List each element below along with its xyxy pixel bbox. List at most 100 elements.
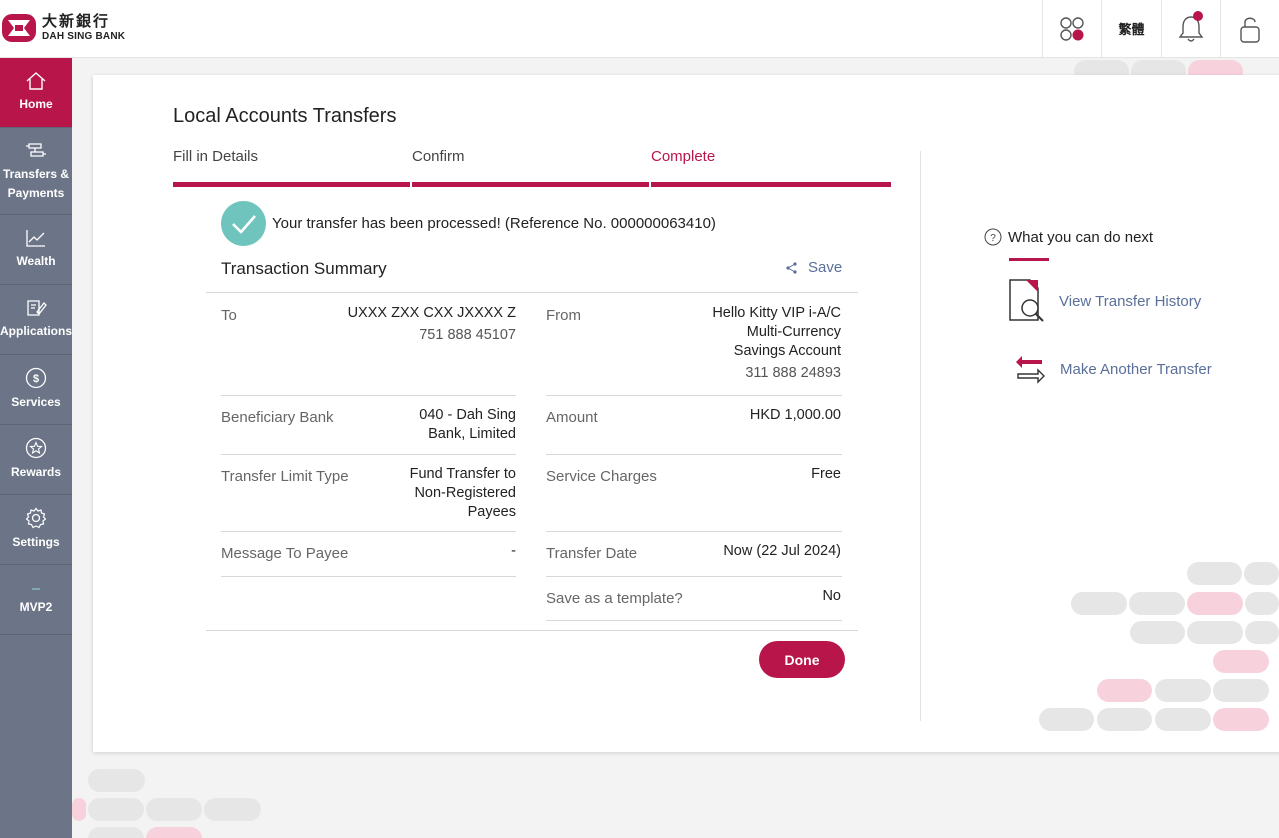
from-label: From (546, 307, 581, 324)
decorative-pill (146, 827, 202, 838)
row-divider (546, 576, 842, 577)
dash-icon (32, 588, 40, 590)
chart-icon (26, 230, 45, 247)
decorative-pill (72, 798, 86, 821)
check-icon (221, 201, 266, 246)
apps-icon (1060, 16, 1084, 41)
sidebar-item-label: MVP2 (19, 600, 53, 615)
step-progress-bar (412, 182, 649, 187)
decorative-pill (1155, 708, 1211, 731)
decorative-pill (1213, 679, 1269, 702)
decorative-pill (1213, 650, 1269, 673)
sidebar-item-label: Home (19, 97, 53, 112)
row-divider (546, 395, 842, 396)
beneficiary-bank-label: Beneficiary Bank (221, 409, 334, 426)
sidebar-item-home[interactable]: Home (0, 58, 72, 128)
message-to-payee-label: Message To Payee (221, 545, 349, 562)
make-another-transfer-link[interactable]: Make Another Transfer (1014, 354, 1212, 384)
sidebar-item-label: Settings (12, 535, 60, 550)
step-progress-bar (173, 182, 410, 187)
from-value: Hello Kitty VIP i-A/C Multi-Currency Sav… (712, 305, 841, 381)
view-transfer-history-link[interactable]: View Transfer History (1008, 278, 1201, 324)
decorative-pill (1039, 708, 1094, 731)
decorative-pill (1245, 621, 1279, 644)
home-icon (26, 72, 46, 90)
share-icon (786, 261, 797, 274)
service-charges-label: Service Charges (546, 468, 657, 485)
amount-value: HKD 1,000.00 (749, 407, 841, 423)
decorative-pill (1245, 592, 1279, 615)
sidebar-item-applications[interactable]: Applications (0, 285, 72, 355)
star-icon (25, 438, 47, 459)
logout-button[interactable] (1220, 0, 1279, 57)
transfer-limit-type-value: Fund Transfer to Non-Registered Payees (409, 466, 516, 520)
sidebar-item-settings[interactable]: Settings (0, 495, 72, 565)
sidebar-item-label: Services (11, 395, 61, 410)
bank-logo[interactable]: 大新銀行 DAH SING BANK (2, 11, 125, 45)
decorative-pill (1155, 679, 1211, 702)
payee-name: UXXX ZXX CXX JXXXX Z (347, 305, 516, 321)
row-divider (546, 620, 842, 621)
transfer-arrows-icon (1016, 356, 1045, 384)
step-complete: Complete (651, 148, 891, 187)
svg-text:?: ? (990, 233, 996, 244)
what-next-underline (1009, 258, 1049, 261)
brand-name-chinese: 大新銀行 (42, 13, 111, 30)
row-divider (546, 531, 842, 532)
decorative-pill (88, 769, 145, 792)
apps-button[interactable] (1042, 0, 1101, 57)
decorative-pill (1244, 562, 1279, 585)
decorative-pill (1129, 592, 1185, 615)
transaction-summary-title: Transaction Summary (221, 259, 387, 278)
save-button[interactable]: Save (786, 259, 842, 276)
sidebar-item-rewards[interactable]: Rewards (0, 425, 72, 495)
payee-account-number: 751 888 45107 (419, 327, 516, 343)
language-toggle-button[interactable]: 繁體 (1101, 0, 1161, 57)
what-next-heading: ? What you can do next (984, 228, 1153, 246)
save-label: Save (808, 259, 843, 276)
sidebar-item-wealth[interactable]: Wealth (0, 215, 72, 285)
beneficiary-bank-value: 040 - Dah Sing Bank, Limited (419, 407, 516, 442)
transfer-date-value: Now (22 Jul 2024) (723, 543, 841, 559)
sidebar-nav: Home Transfers & Payments Wealth Applica… (0, 58, 72, 838)
done-button[interactable]: Done (759, 641, 845, 678)
page-title: Local Accounts Transfers (173, 105, 397, 127)
from-account-number: 311 888 24893 (745, 365, 841, 381)
svg-text:$: $ (33, 373, 39, 385)
decorative-pill (1213, 708, 1269, 731)
vertical-divider (920, 151, 921, 721)
decorative-pill (1187, 562, 1242, 585)
sidebar-item-label: Wealth (16, 254, 56, 269)
sidebar-item-transfers[interactable]: Transfers & Payments (0, 128, 72, 215)
document-search-icon (1009, 279, 1044, 322)
decorative-pill (1130, 621, 1185, 644)
row-divider (221, 576, 516, 577)
row-divider (546, 454, 842, 455)
decorative-pill (88, 827, 144, 838)
step-progress-bar (651, 182, 891, 187)
decorative-pill (146, 798, 202, 821)
transfer-date-label: Transfer Date (546, 545, 638, 562)
success-message: Your transfer has been processed! (Refer… (272, 215, 716, 232)
top-header: 大新銀行 DAH SING BANK 繁體 (0, 0, 1279, 58)
transfer-icon (26, 143, 46, 158)
sidebar-item-mvp2[interactable]: MVP2 (0, 565, 72, 635)
decorative-pill (1187, 592, 1243, 615)
save-as-template-label: Save as a template? (546, 590, 683, 607)
save-as-template-value: No (822, 588, 841, 604)
edit-icon (27, 300, 47, 316)
success-banner: Your transfer has been processed! (Refer… (221, 201, 716, 246)
notifications-button[interactable] (1161, 0, 1220, 57)
step-fill-in-details: Fill in Details (173, 148, 410, 187)
decorative-pill (1097, 708, 1152, 731)
progress-steps: Fill in Details Confirm Complete (173, 148, 891, 187)
gear-icon (25, 507, 47, 529)
lock-icon (1240, 17, 1260, 43)
sidebar-item-label: Transfers & Payments (2, 167, 70, 200)
question-icon: ? (984, 228, 1002, 246)
notification-badge (1193, 11, 1203, 21)
sidebar-item-services[interactable]: $ Services (0, 355, 72, 425)
sidebar-item-label: Rewards (10, 465, 62, 480)
to-label: To (221, 307, 237, 324)
step-confirm: Confirm (412, 148, 649, 187)
